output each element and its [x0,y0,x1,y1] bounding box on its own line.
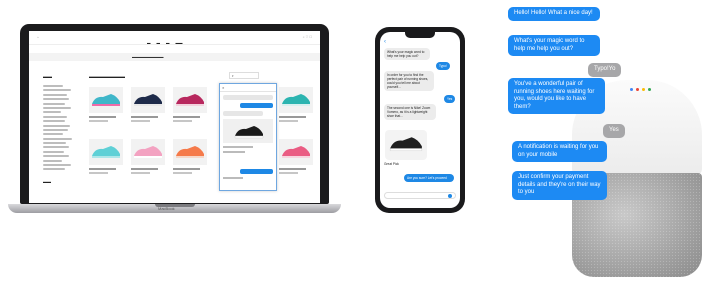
category-title: ▬▬ [43,74,52,79]
filter-item[interactable] [43,115,67,118]
filter-item[interactable] [43,155,70,158]
phone-device: ‹ What's your magic word to help me help… [375,27,465,213]
filter-item[interactable] [43,124,71,127]
shoe-image [89,87,123,113]
filter-item[interactable] [43,137,72,140]
sort-dropdown[interactable]: ▾ [229,72,259,79]
laptop-device: ◦ ▬ ▬ ▬ ▬▬ ⌕ ♡ ▢ ▬▬▬▬▬▬▬▬▬ ▬▬ ▬▬▬▬▬▬▬▬ ▾ [8,24,341,214]
chat-text-line [223,151,245,153]
user-voice-bubble: Typo!Yo [588,63,622,77]
phone-screen: ‹ What's your magic word to help me help… [380,32,460,208]
status-led [630,88,633,91]
chat-widget-header: ✕ [220,84,276,92]
filter-item[interactable] [43,120,65,123]
filter-item[interactable] [43,150,64,153]
header-utility-icons[interactable]: ⌕ ♡ ▢ [303,35,312,39]
product-card[interactable] [173,139,207,179]
filter-item[interactable] [43,85,63,87]
chat-bubble [240,169,273,174]
nav-item[interactable]: ▬ [157,41,161,45]
filter-item[interactable] [43,168,66,171]
voice-bubble: Just confirm your payment details and th… [512,171,607,200]
shoe-image [89,139,123,165]
status-led [642,88,645,91]
filter-item[interactable] [43,106,71,109]
laptop-brand-label: MacBook [158,206,175,211]
filter-item[interactable] [43,89,71,92]
filter-item[interactable] [43,111,61,114]
chat-text-line [223,146,253,148]
filter-item[interactable] [43,93,67,96]
phone-chat-bubble: The second one is Nike! Zoom Vomero, as … [384,104,436,120]
product-card[interactable] [131,87,165,127]
chat-widget[interactable]: ✕ [219,83,277,191]
chat-text-line [223,177,243,179]
filter-item[interactable] [43,142,67,145]
results-title: ▬▬▬▬▬▬▬▬ [89,74,125,79]
status-led [636,88,639,91]
product-card[interactable] [279,87,313,127]
filter-item[interactable] [43,164,71,167]
shoe-image [279,87,313,113]
phone-chat-bubble: Typo! [436,62,450,70]
user-voice-bubble: Yes [603,124,625,138]
chat-bubble [240,103,273,108]
promo-banner: ▬▬▬▬▬▬▬▬▬ [29,53,320,61]
shoe-image [131,139,165,165]
recommended-shoe[interactable] [223,119,273,143]
phone-shoe-card[interactable] [385,130,427,160]
status-led [648,88,651,91]
chat-bubble [223,111,263,116]
filter-item[interactable] [43,98,69,101]
product-card[interactable] [89,87,123,127]
nav-item[interactable]: ▬ [147,41,151,45]
shoe-image [173,139,207,165]
send-icon[interactable] [448,194,452,198]
phone-chat-bubble: Yes [444,95,456,103]
filter-item[interactable] [43,133,63,136]
voice-bubble: A notification is waiting for you on you… [512,141,607,162]
voice-bubble: You've a wonderful pair of running shoes… [508,78,605,114]
phone-chat-caption: Great Pick [384,162,399,166]
phone-message-input[interactable] [384,192,456,199]
back-arrow-icon[interactable]: ‹ [384,39,386,45]
phone-chat-bubble: What's your magic word to help me help y… [384,48,430,60]
site-logo[interactable]: ◦ [37,35,39,41]
product-card[interactable] [89,139,123,179]
filter-item[interactable] [43,128,68,131]
product-card[interactable] [279,139,313,179]
nav-item[interactable]: ▬ [166,41,170,45]
filter-sidebar [43,85,83,173]
shoe-image [131,87,165,113]
chat-bubble [223,95,273,100]
voice-bubble: What's your magic word to help me help y… [508,35,600,56]
nav-item[interactable]: ▬▬ [176,41,183,45]
site-nav: ▬ ▬ ▬ ▬▬ [147,41,183,45]
voice-bubble: Hello! Hello! What a nice day! [508,7,600,21]
laptop-screen: ◦ ▬ ▬ ▬ ▬▬ ⌕ ♡ ▢ ▬▬▬▬▬▬▬▬▬ ▬▬ ▬▬▬▬▬▬▬▬ ▾ [29,31,320,203]
filter-item[interactable] [43,159,63,162]
shoe-image [279,139,313,165]
phone-chat-bubble: Are you sure? Let's proceed [404,174,454,182]
product-card[interactable] [173,87,207,127]
phone-chat-bubble: In order for you to find the perfect pai… [384,71,434,91]
phone-chat-header: ‹ [380,38,460,48]
site-header: ◦ ▬ ▬ ▬ ▬▬ ⌕ ♡ ▢ [29,31,320,45]
shoe-image [173,87,207,113]
product-card[interactable] [131,139,165,179]
filter-item[interactable] [43,102,65,105]
filter-item[interactable] [43,146,69,149]
filter-group-title: ▬▬ [43,179,51,184]
